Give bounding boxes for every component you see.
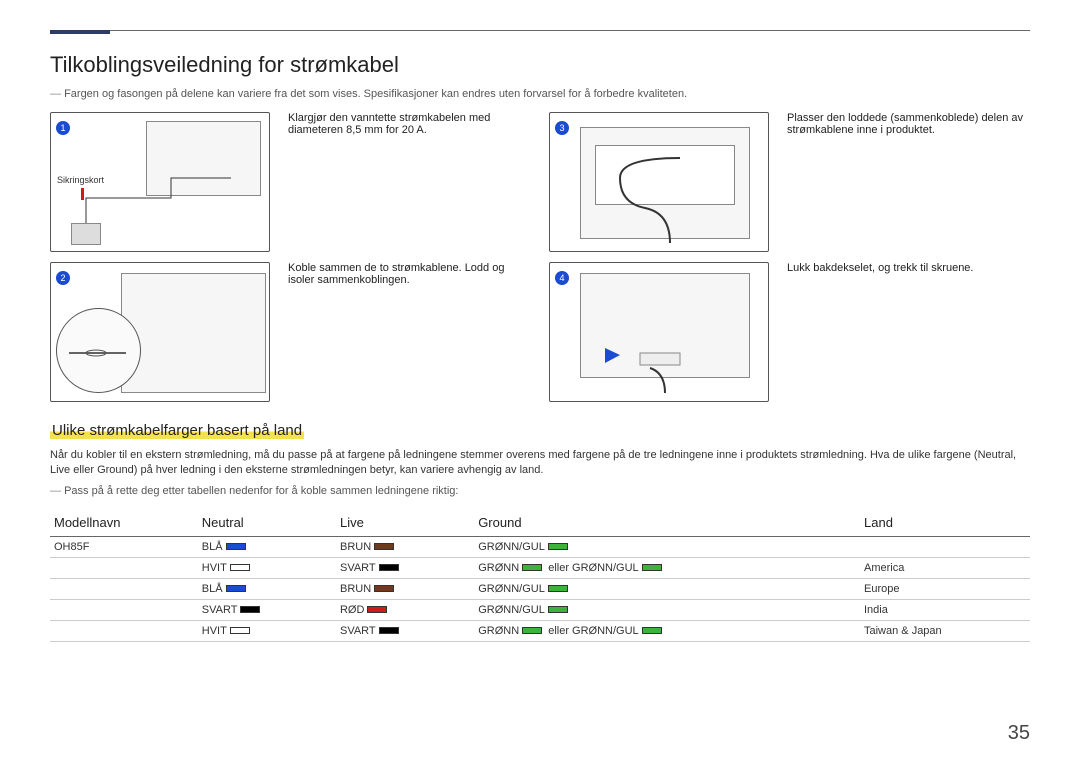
step-1-text: Klargjør den vanntette strømkabelen med …	[288, 112, 531, 136]
top-note: Fargen og fasongen på delene kan variere…	[50, 88, 1030, 100]
page-title: Tilkoblingsveiledning for strømkabel	[50, 52, 1030, 78]
section-note: Pass på å rette deg etter tabellen neden…	[50, 485, 1030, 497]
screw-arrow-icon	[550, 263, 769, 402]
cell-live: SVART	[336, 557, 474, 578]
diagram-step-2: 2	[50, 262, 270, 402]
step-4-text: Lukk bakdekselet, og trekk til skruene.	[787, 262, 1030, 274]
th-neutral: Neutral	[198, 509, 336, 537]
cell-live: BRUN	[336, 536, 474, 557]
step-2-text: Koble sammen de to strømkablene. Lodd og…	[288, 262, 531, 286]
color-swatch	[230, 627, 250, 634]
cell-neutral: HVIT	[198, 557, 336, 578]
table-row: HVITSVARTGRØNN eller GRØNN/GULAmerica	[50, 557, 1030, 578]
section-heading: Ulike strømkabelfarger basert på land	[50, 422, 304, 439]
solder-detail-icon	[51, 263, 270, 402]
color-swatch	[522, 627, 542, 634]
color-swatch	[548, 543, 568, 550]
table-row: HVITSVARTGRØNN eller GRØNN/GULTaiwan & J…	[50, 620, 1030, 641]
color-swatch	[226, 543, 246, 550]
top-rule	[50, 30, 1030, 31]
cell-land: Taiwan & Japan	[860, 620, 1030, 641]
color-swatch	[367, 606, 387, 613]
th-land: Land	[860, 509, 1030, 537]
cell-ground: GRØNN/GUL	[474, 599, 860, 620]
table-header-row: Modellnavn Neutral Live Ground Land	[50, 509, 1030, 537]
cell-land: India	[860, 599, 1030, 620]
color-swatch	[548, 606, 568, 613]
cell-neutral: SVART	[198, 599, 336, 620]
cell-land: America	[860, 557, 1030, 578]
color-swatch	[642, 564, 662, 571]
cell-live: RØD	[336, 599, 474, 620]
cell-neutral: BLÅ	[198, 578, 336, 599]
cell-live: SVART	[336, 620, 474, 641]
cell-model	[50, 557, 198, 578]
cell-ground: GRØNN/GUL	[474, 578, 860, 599]
color-swatch	[379, 627, 399, 634]
color-swatch	[379, 564, 399, 571]
page-number: 35	[1008, 722, 1030, 745]
cell-land	[860, 536, 1030, 557]
cable-line-icon	[51, 113, 270, 252]
th-ground: Ground	[474, 509, 860, 537]
step-3-text-block: Plasser den loddede (sammenkoblede) dele…	[787, 112, 1030, 136]
diagram-step-1: 1 Sikringskort	[50, 112, 270, 252]
cell-ground: GRØNN eller GRØNN/GUL	[474, 620, 860, 641]
cell-ground: GRØNN eller GRØNN/GUL	[474, 557, 860, 578]
color-swatch	[374, 585, 394, 592]
accent-bar	[50, 30, 110, 34]
table-row: SVARTRØDGRØNN/GULIndia	[50, 599, 1030, 620]
steps-row-1: 1 Sikringskort Klargjør den vanntette st…	[50, 112, 1030, 252]
cell-neutral: BLÅ	[198, 536, 336, 557]
step-3-text: Plasser den loddede (sammenkoblede) dele…	[787, 112, 1030, 136]
color-swatch	[548, 585, 568, 592]
cable-curve-icon	[550, 113, 769, 252]
color-swatch	[642, 627, 662, 634]
cell-model	[50, 578, 198, 599]
cell-live: BRUN	[336, 578, 474, 599]
cell-model	[50, 599, 198, 620]
table-row: BLÅBRUNGRØNN/GULEurope	[50, 578, 1030, 599]
color-swatch	[226, 585, 246, 592]
cell-model	[50, 620, 198, 641]
color-swatch	[374, 543, 394, 550]
cell-model: OH85F	[50, 536, 198, 557]
cell-land: Europe	[860, 578, 1030, 599]
th-live: Live	[336, 509, 474, 537]
section-heading-wrap: Ulike strømkabelfarger basert på land	[50, 422, 1030, 440]
step-1-text-block: Klargjør den vanntette strømkabelen med …	[288, 112, 531, 136]
cell-neutral: HVIT	[198, 620, 336, 641]
color-swatch	[240, 606, 260, 613]
diagram-step-3: 3	[549, 112, 769, 252]
color-table: Modellnavn Neutral Live Ground Land OH85…	[50, 509, 1030, 642]
steps-row-2: 2 Koble sammen de to strømkablene. Lodd …	[50, 262, 1030, 402]
step-4-text-block: Lukk bakdekselet, og trekk til skruene.	[787, 262, 1030, 274]
color-swatch	[230, 564, 250, 571]
diagram-step-4: 4	[549, 262, 769, 402]
cell-ground: GRØNN/GUL	[474, 536, 860, 557]
th-model: Modellnavn	[50, 509, 198, 537]
step-2-text-block: Koble sammen de to strømkablene. Lodd og…	[288, 262, 531, 286]
color-swatch	[522, 564, 542, 571]
table-row: OH85FBLÅBRUNGRØNN/GUL	[50, 536, 1030, 557]
section-paragraph: Når du kobler til en ekstern strømlednin…	[50, 448, 1030, 479]
